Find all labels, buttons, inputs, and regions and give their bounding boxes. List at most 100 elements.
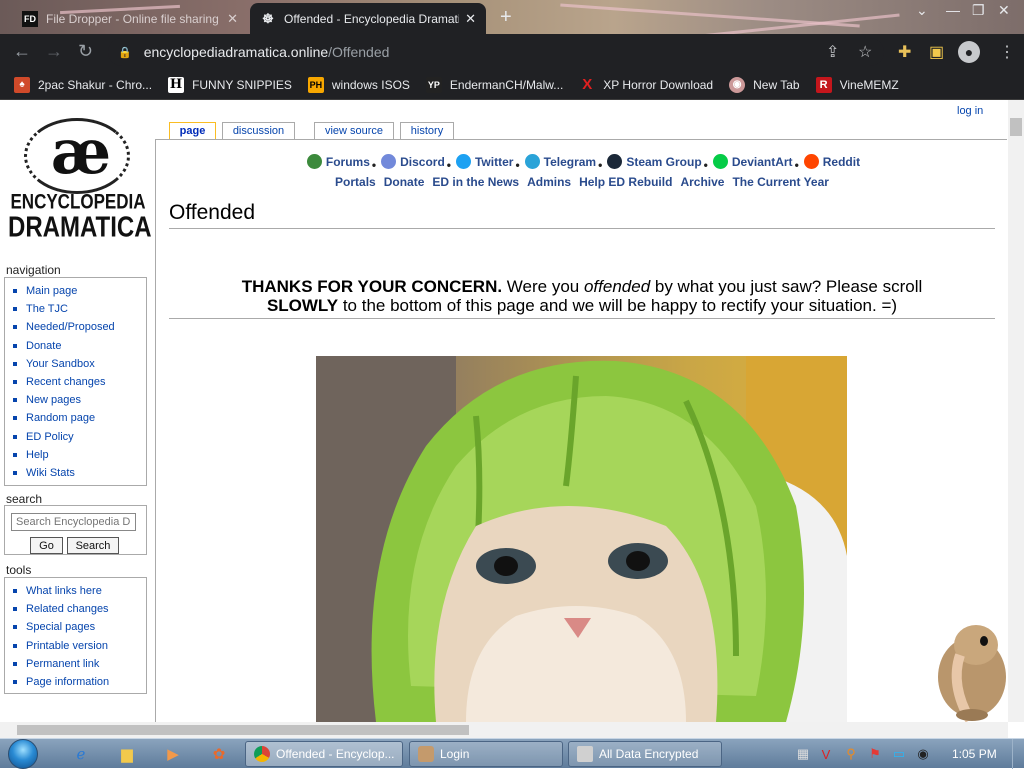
tray-search-icon[interactable]: ⚲ bbox=[843, 746, 859, 762]
vertical-scroll-thumb[interactable] bbox=[1010, 118, 1022, 136]
sitenav-help-ed-rebuild[interactable]: Help ED Rebuild bbox=[579, 175, 672, 189]
task-all-data-encrypted[interactable]: All Data Encrypted bbox=[568, 741, 722, 767]
site-logo[interactable]: æ ENCYCLOPEDIA DRAMATICA bbox=[8, 116, 152, 248]
tray-network-icon[interactable]: ▦ bbox=[795, 746, 811, 762]
horizontal-scrollbar[interactable] bbox=[0, 722, 1008, 738]
tab-offended[interactable]: ☸ Offended - Encyclopedia Dramatica ✕ bbox=[250, 3, 486, 34]
tools-item[interactable]: Related changes bbox=[13, 600, 146, 618]
share-icon[interactable]: ⇪ bbox=[826, 42, 839, 62]
bookmark-xp-horror[interactable]: X XP Horror Download bbox=[579, 76, 713, 93]
navigation-list: Main page The TJC Needed/Proposed Donate You… bbox=[5, 278, 146, 484]
tab-discussion[interactable]: discussion bbox=[222, 122, 295, 139]
navigation-item[interactable]: Your Sandbox bbox=[13, 355, 146, 373]
sitenav-the-current-year[interactable]: The Current Year bbox=[732, 175, 828, 189]
explorer-folder-icon[interactable]: ▆ bbox=[116, 743, 138, 765]
forward-icon[interactable]: → bbox=[45, 41, 63, 62]
sitenav-ed-in-the-news[interactable]: ED in the News bbox=[432, 175, 519, 189]
tray-speaker-icon[interactable]: ◉ bbox=[915, 746, 931, 762]
telegram-icon bbox=[524, 154, 540, 169]
notice-text-1: Were you bbox=[502, 277, 584, 296]
tab-filedropper[interactable]: FD File Dropper - Online file sharing ✕ bbox=[12, 3, 248, 34]
bookmark-windows-isos[interactable]: PH windows ISOS bbox=[307, 76, 410, 93]
bookmark-vinememz[interactable]: R VineMEMZ bbox=[815, 76, 899, 93]
notice-text-3: to the bottom of this page and we will b… bbox=[338, 296, 898, 315]
nav-separator: • bbox=[446, 158, 451, 172]
new-tab-button[interactable]: + bbox=[500, 6, 512, 29]
start-button[interactable] bbox=[8, 739, 38, 769]
tab-page[interactable]: page bbox=[169, 122, 216, 139]
go-button[interactable]: Go bbox=[30, 537, 63, 554]
login-link[interactable]: log in bbox=[957, 105, 983, 117]
tray-display-icon[interactable]: ▭ bbox=[891, 746, 907, 762]
extensions-icon[interactable]: ✚ bbox=[898, 42, 911, 62]
horizontal-scroll-thumb[interactable] bbox=[17, 725, 469, 735]
tools-item[interactable]: Page information bbox=[13, 673, 146, 691]
sitenav-label: Steam Group bbox=[626, 154, 702, 169]
vertical-scrollbar[interactable] bbox=[1008, 100, 1024, 722]
sidepanel-icon[interactable]: ▣ bbox=[929, 42, 944, 62]
page-title: Offended bbox=[169, 201, 995, 229]
navigation-item[interactable]: Donate bbox=[13, 337, 146, 355]
navigation-item[interactable]: New pages bbox=[13, 391, 146, 409]
close-window-icon[interactable]: ✕ bbox=[998, 2, 1010, 19]
sitenav-archive[interactable]: Archive bbox=[680, 175, 724, 189]
sitenav-reddit[interactable]: Reddit bbox=[801, 154, 860, 169]
bookmark-endermanch[interactable]: YP EndermanCH/Malw... bbox=[425, 76, 563, 93]
navigation-item[interactable]: ED Policy bbox=[13, 428, 146, 446]
tab-search-icon[interactable]: ⌄ bbox=[916, 2, 928, 19]
media-player-icon[interactable]: ▶ bbox=[162, 743, 184, 765]
tray-flag-icon[interactable]: ⚑ bbox=[867, 746, 883, 762]
task-login[interactable]: Login bbox=[409, 741, 563, 767]
maximize-icon[interactable]: ❐ bbox=[972, 2, 985, 19]
show-desktop-button[interactable] bbox=[1012, 739, 1024, 769]
bookmark-star-icon[interactable]: ☆ bbox=[858, 42, 872, 62]
navigation-item[interactable]: The TJC bbox=[13, 300, 146, 318]
back-icon[interactable]: ← bbox=[13, 41, 31, 62]
tray-v-icon[interactable]: V bbox=[818, 746, 834, 762]
search-portlet: Go Search bbox=[4, 505, 147, 555]
navigation-item[interactable]: Help bbox=[13, 446, 146, 464]
sitenav-admins[interactable]: Admins bbox=[527, 175, 571, 189]
tab-strip: FD File Dropper - Online file sharing ✕ … bbox=[0, 0, 1024, 38]
navigation-item[interactable]: Recent changes bbox=[13, 373, 146, 391]
reload-icon[interactable]: ↻ bbox=[78, 41, 93, 62]
search-button[interactable]: Search bbox=[67, 537, 119, 554]
bookmark-2pac[interactable]: ♠ 2pac Shakur - Chro... bbox=[14, 76, 152, 93]
task-chrome-offended[interactable]: Offended - Encyclop... bbox=[245, 741, 403, 767]
tools-item[interactable]: Permanent link bbox=[13, 655, 146, 673]
close-tab-icon[interactable]: ✕ bbox=[227, 11, 238, 27]
sitenav-label: Telegram bbox=[543, 154, 597, 169]
tab-title: File Dropper - Online file sharing bbox=[46, 11, 219, 26]
sitenav-portals[interactable]: Portals bbox=[335, 175, 376, 189]
tools-item[interactable]: Printable version bbox=[13, 637, 146, 655]
address-bar[interactable]: 🔒 encyclopediadramatica.online/Offended bbox=[108, 38, 884, 66]
tools-list: What links here Related changes Special pa… bbox=[5, 578, 146, 693]
bookmark-funny-snippies[interactable]: H FUNNY SNIPPIES bbox=[168, 76, 292, 93]
taskbar-clock[interactable]: 1:05 PM bbox=[952, 747, 997, 761]
navigation-item[interactable]: Wiki Stats bbox=[13, 464, 146, 482]
minimize-icon[interactable]: — bbox=[946, 2, 960, 18]
tools-item[interactable]: What links here bbox=[13, 582, 146, 600]
bookmark-new-tab[interactable]: ◉ New Tab bbox=[729, 76, 800, 93]
navigation-item[interactable]: Needed/Proposed bbox=[13, 318, 146, 336]
navigation-item[interactable]: Random page bbox=[13, 409, 146, 427]
tab-view-source[interactable]: view source bbox=[314, 122, 394, 139]
tab-history[interactable]: history bbox=[400, 122, 454, 139]
close-tab-icon[interactable]: ✕ bbox=[465, 11, 476, 27]
sitenav-donate[interactable]: Donate bbox=[384, 175, 425, 189]
sitenav-forums[interactable]: Forums bbox=[304, 154, 370, 169]
sitenav-twitter[interactable]: Twitter bbox=[453, 154, 513, 169]
sitenav-discord[interactable]: Discord bbox=[378, 154, 445, 169]
steam-group-icon bbox=[607, 154, 623, 169]
app-pin-icon[interactable]: ✿ bbox=[208, 743, 230, 765]
tools-item[interactable]: Special pages bbox=[13, 618, 146, 636]
bookmarks-bar: ♠ 2pac Shakur - Chro... H FUNNY SNIPPIES P… bbox=[0, 70, 1024, 100]
navigation-item[interactable]: Main page bbox=[13, 282, 146, 300]
search-input[interactable] bbox=[11, 513, 136, 531]
sitenav-telegram[interactable]: Telegram bbox=[522, 154, 596, 169]
sitenav-steam-group[interactable]: Steam Group bbox=[604, 154, 702, 169]
ie-icon[interactable]: ℯ bbox=[70, 743, 92, 765]
menu-kebab-icon[interactable]: ⋮ bbox=[999, 42, 1015, 62]
profile-avatar-icon[interactable]: ● bbox=[958, 41, 980, 63]
sitenav-deviantart[interactable]: DeviantArt bbox=[710, 154, 793, 169]
